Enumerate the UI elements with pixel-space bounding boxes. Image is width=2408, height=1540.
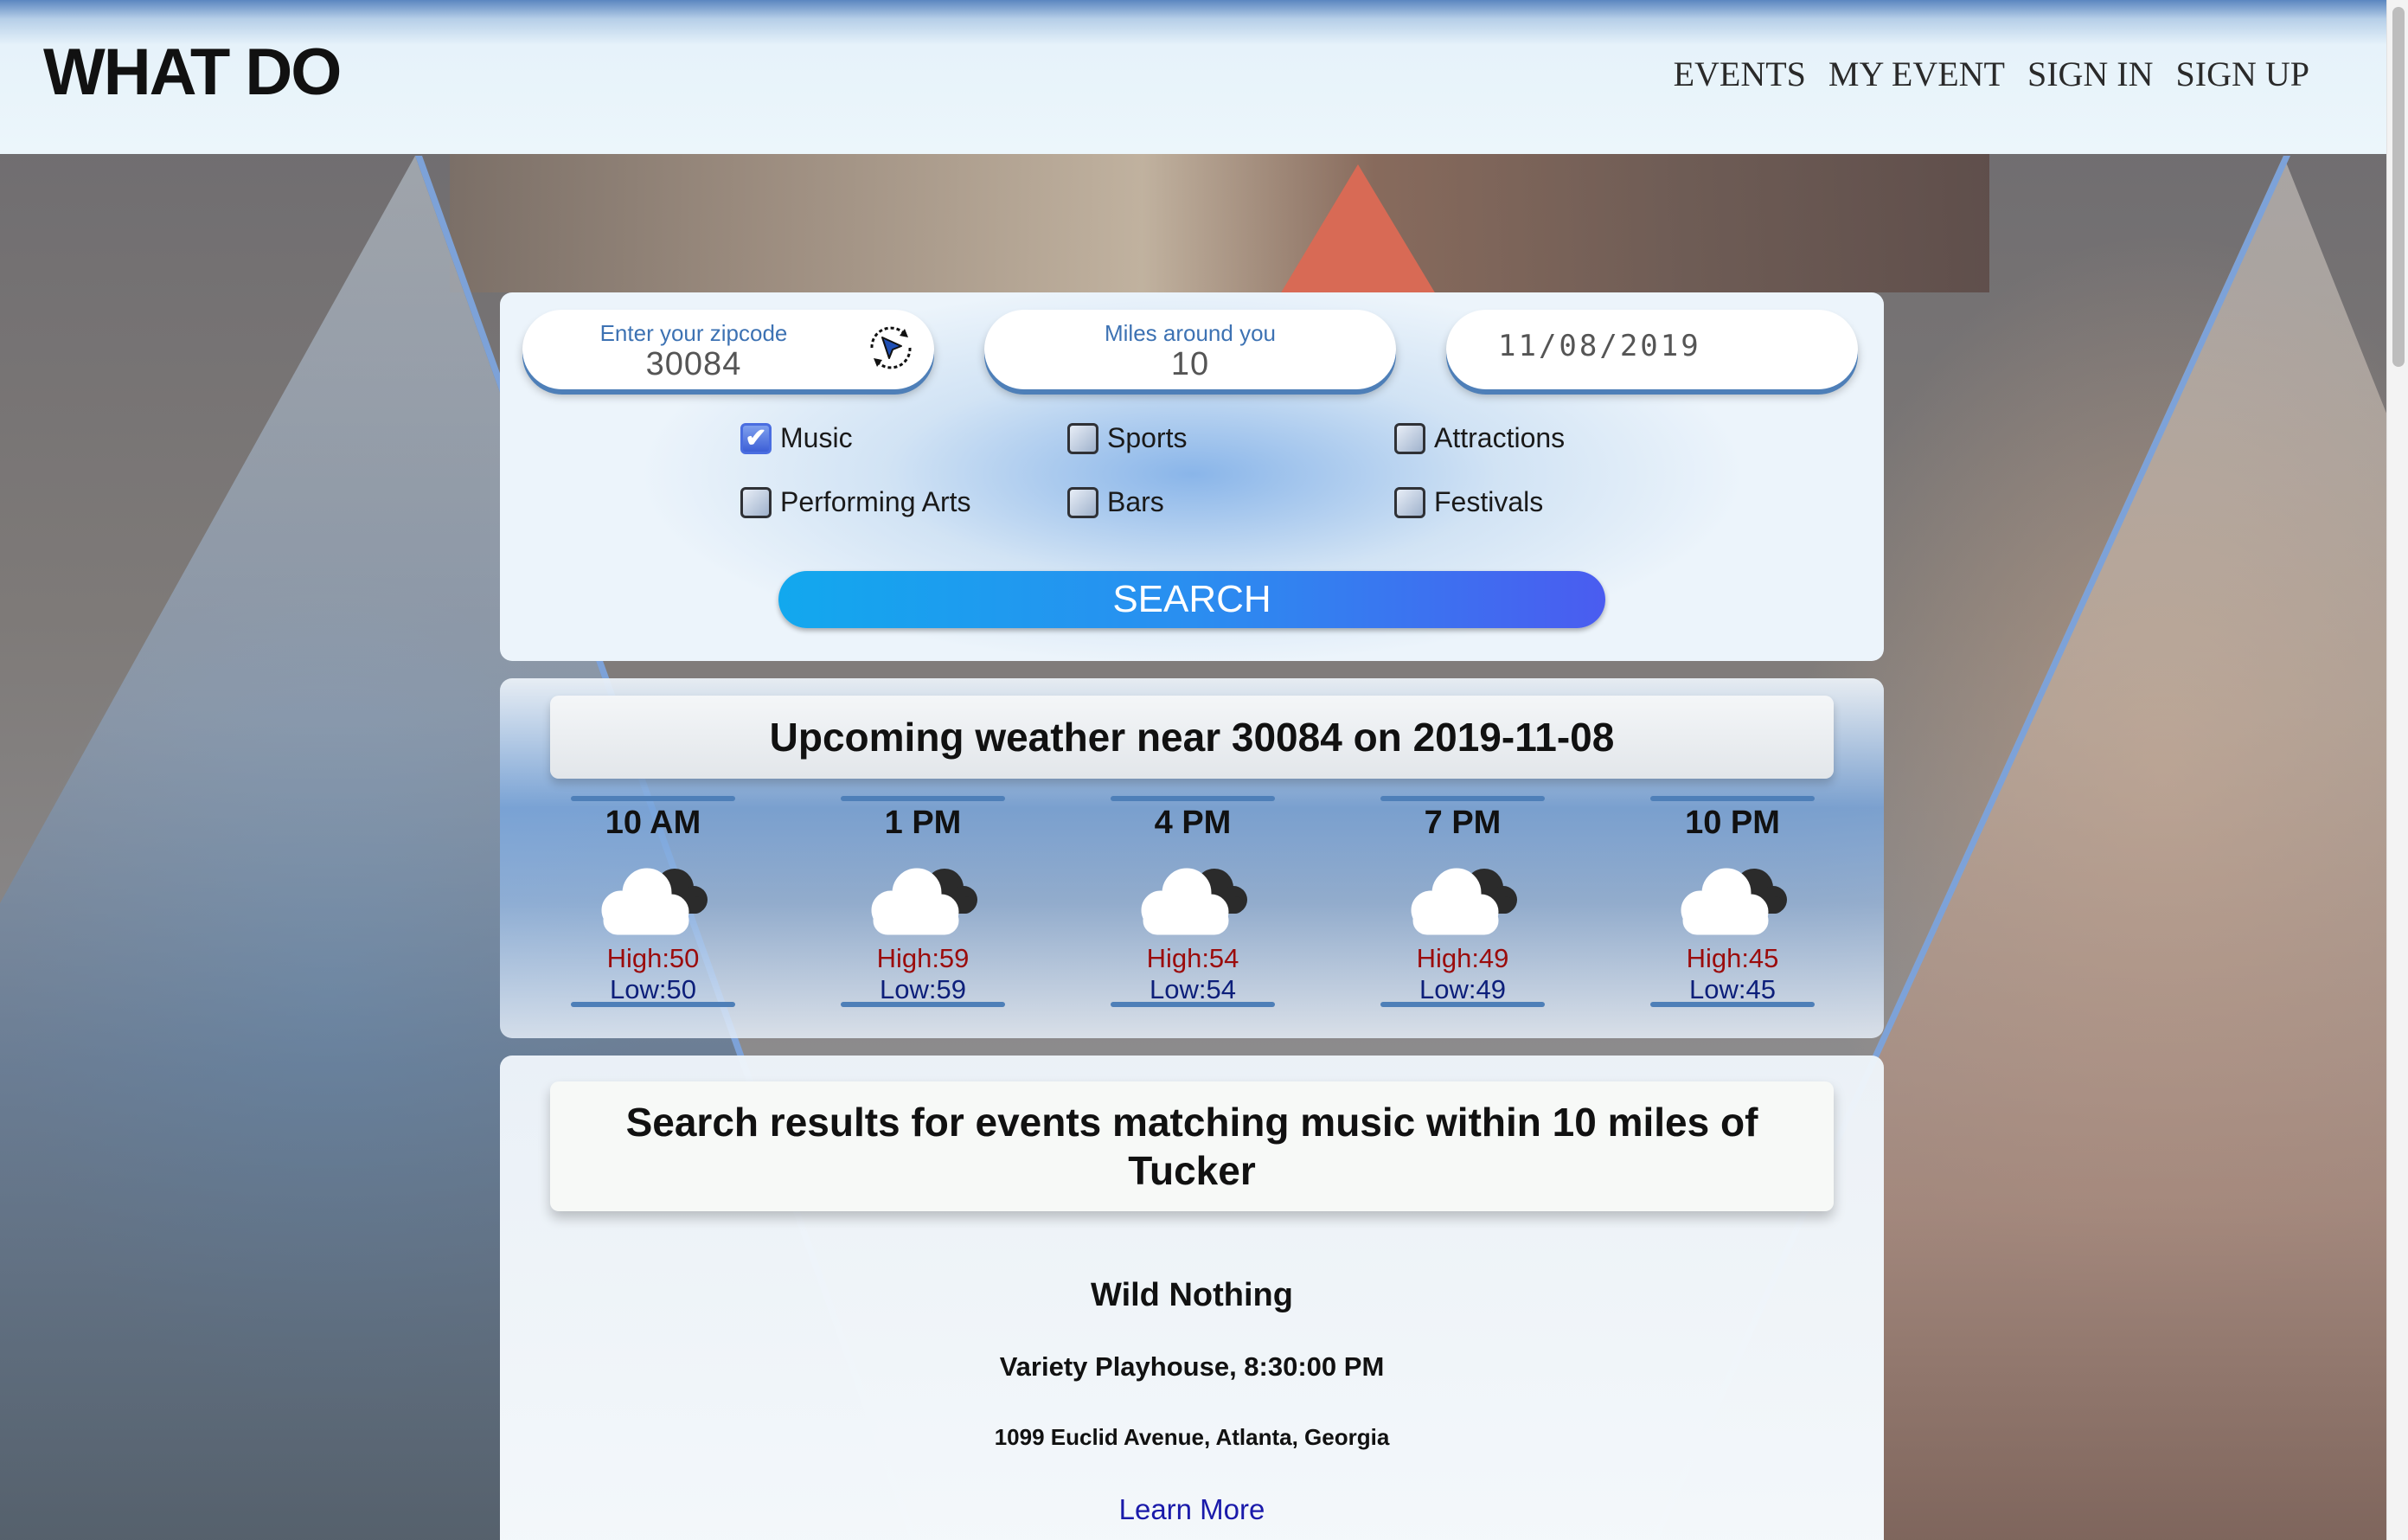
main-nav: EVENTS MY EVENT SIGN IN SIGN UP (1674, 54, 2309, 94)
page-scrollbar[interactable] (2386, 0, 2408, 1540)
site-header: WHAT DO EVENTS MY EVENT SIGN IN SIGN UP (0, 0, 2387, 154)
zipcode-input[interactable]: 30084 (522, 346, 865, 383)
forecast-item: 1 PM High:59 Low:59 (841, 796, 1005, 1012)
forecast-low: Low:59 (880, 974, 966, 1004)
event-name: Wild Nothing (1091, 1277, 1293, 1313)
miles-field[interactable]: Miles around you 10 (984, 310, 1396, 389)
forecast-item: 10 AM High:50 Low:50 (571, 796, 735, 1012)
category-label: Bars (1107, 486, 1164, 517)
search-button[interactable]: SEARCH (778, 571, 1605, 628)
forecast-high: High:45 (1686, 943, 1779, 973)
event-address: 1099 Euclid Avenue, Atlanta, Georgia (994, 1424, 1390, 1450)
partly-cloudy-icon (1681, 868, 1787, 935)
attractions-checkbox[interactable] (1394, 422, 1425, 454)
partly-cloudy-icon (871, 868, 977, 935)
forecast-bottom-rule (1380, 1002, 1545, 1007)
zipcode-label: Enter your zipcode (599, 320, 788, 346)
results-panel: Search results for events matching music… (500, 1056, 1884, 1540)
forecast-low: Low:45 (1689, 974, 1776, 1004)
forecast-high: High:50 (606, 943, 700, 973)
category-music[interactable]: ✔ Music (740, 422, 853, 454)
sports-checkbox[interactable] (1067, 422, 1098, 454)
background-red-triangle (1280, 164, 1436, 294)
miles-label: Miles around you (1105, 320, 1276, 346)
forecast-low: Low:54 (1150, 974, 1236, 1004)
forecast-top-rule (1650, 796, 1815, 801)
zipcode-field[interactable]: Enter your zipcode 30084 (522, 310, 934, 389)
category-label: Attractions (1434, 422, 1566, 453)
performing-arts-checkbox[interactable] (740, 486, 772, 518)
forecast-top-rule (571, 796, 735, 801)
forecast-item: 10 PM High:45 Low:45 (1650, 796, 1815, 1012)
forecast-low: Low:49 (1419, 974, 1506, 1004)
category-filters: ✔ Music Sports Attractions Performing Ar… (740, 422, 1726, 535)
partly-cloudy-icon (1141, 868, 1247, 935)
category-performing-arts[interactable]: Performing Arts (740, 486, 971, 518)
forecast-item: 7 PM High:49 Low:49 (1380, 796, 1545, 1012)
forecast-top-rule (841, 796, 1005, 801)
locate-me-button[interactable] (860, 317, 922, 379)
category-label: Performing Arts (780, 486, 971, 517)
scrollbar-thumb[interactable] (2392, 7, 2405, 367)
music-checkbox[interactable]: ✔ (740, 422, 772, 454)
location-refresh-icon (870, 326, 912, 369)
forecast-time: 10 PM (1685, 805, 1780, 841)
forecast-time: 4 PM (1154, 805, 1232, 841)
learn-more-link[interactable]: Learn More (500, 1493, 1884, 1526)
forecast-low: Low:50 (610, 974, 696, 1004)
miles-input[interactable]: 10 (984, 346, 1396, 383)
category-sports[interactable]: Sports (1067, 422, 1187, 454)
partly-cloudy-icon (1411, 868, 1517, 935)
forecast-bottom-rule (841, 1002, 1005, 1007)
forecast-high: High:59 (876, 943, 970, 973)
date-input[interactable]: 11/08/2019 (1446, 329, 1858, 363)
forecast-top-rule (1380, 796, 1545, 801)
nav-my-event[interactable]: MY EVENT (1828, 54, 2005, 94)
forecast-time: 10 AM (605, 805, 701, 841)
category-label: Festivals (1434, 486, 1544, 517)
forecast-bottom-rule (571, 1002, 735, 1007)
date-field[interactable]: 11/08/2019 (1446, 310, 1858, 389)
festivals-checkbox[interactable] (1394, 486, 1425, 518)
category-label: Music (780, 422, 853, 453)
forecast-item: 4 PM High:54 Low:54 (1111, 796, 1275, 1012)
forecast-time: 1 PM (884, 805, 962, 841)
search-panel: Enter your zipcode 30084 Miles around yo… (500, 292, 1884, 661)
forecast-bottom-rule (1650, 1002, 1815, 1007)
forecast-high: High:49 (1416, 943, 1509, 973)
category-label: Sports (1107, 422, 1188, 453)
nav-sign-up[interactable]: SIGN UP (2176, 54, 2309, 94)
bars-checkbox[interactable] (1067, 486, 1098, 518)
background-museum-image (450, 154, 1989, 292)
forecast-time: 7 PM (1424, 805, 1502, 841)
weather-title: Upcoming weather near 30084 on 2019-11-0… (550, 696, 1834, 779)
forecast-bottom-rule (1111, 1002, 1275, 1007)
category-attractions[interactable]: Attractions (1394, 422, 1565, 454)
event-venue-time: Variety Playhouse, 8:30:00 PM (999, 1351, 1385, 1382)
forecast-high: High:54 (1146, 943, 1239, 973)
results-title: Search results for events matching music… (550, 1081, 1834, 1211)
forecast-top-rule (1111, 796, 1275, 801)
category-festivals[interactable]: Festivals (1394, 486, 1543, 518)
category-bars[interactable]: Bars (1067, 486, 1164, 518)
site-logo[interactable]: WHAT DO (43, 35, 342, 110)
weather-panel: Upcoming weather near 30084 on 2019-11-0… (500, 678, 1884, 1038)
nav-events[interactable]: EVENTS (1674, 54, 1806, 94)
partly-cloudy-icon (601, 868, 708, 935)
nav-sign-in[interactable]: SIGN IN (2027, 54, 2154, 94)
